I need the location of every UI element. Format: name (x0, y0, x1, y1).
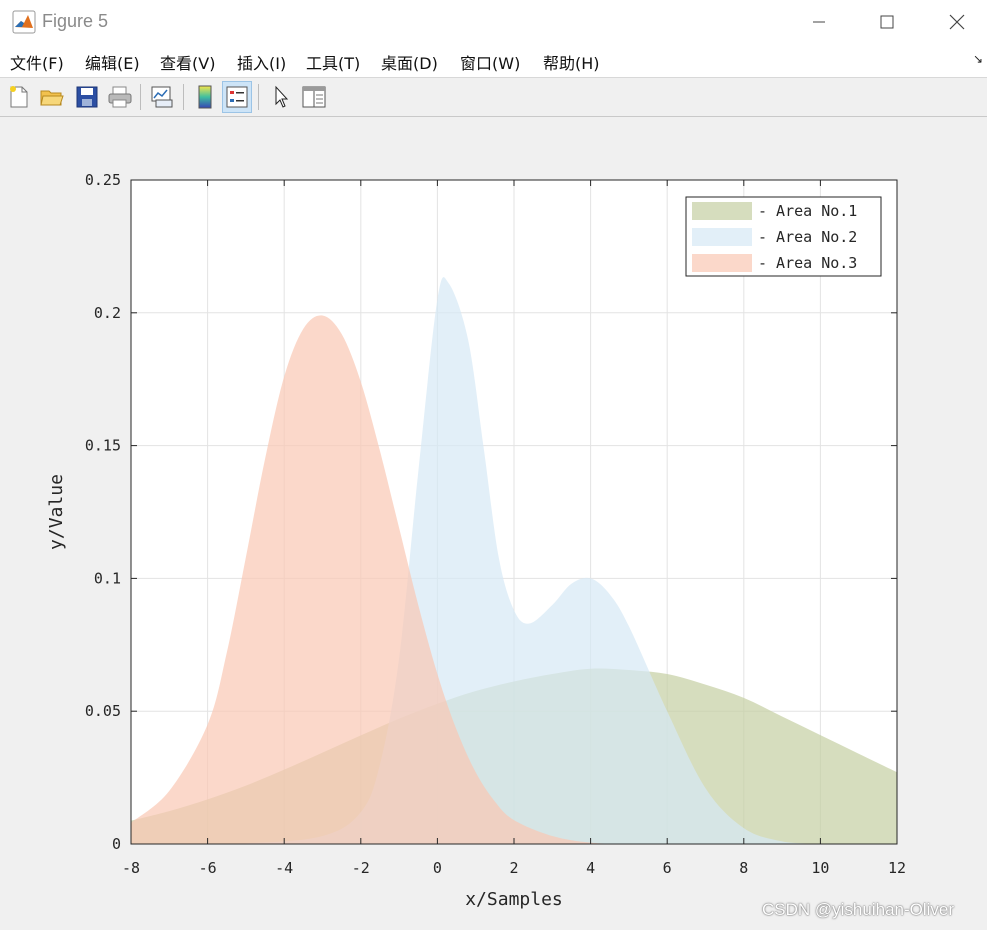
pointer-icon (275, 85, 289, 108)
minimize-button[interactable] (796, 0, 842, 44)
x-tick-label: -8 (122, 859, 140, 877)
property-editor-button[interactable] (299, 81, 329, 113)
x-tick-label: -6 (199, 859, 217, 877)
y-tick-label: 0.2 (94, 304, 121, 322)
maximize-icon (880, 15, 894, 29)
save-button[interactable] (72, 81, 102, 113)
x-tick-label: 12 (888, 859, 906, 877)
x-tick-label: 4 (586, 859, 595, 877)
toolbar-separator (140, 84, 141, 110)
close-icon (949, 14, 965, 30)
legend-swatch-3 (692, 254, 752, 272)
new-figure-icon (10, 86, 28, 108)
y-tick-label: 0.1 (94, 569, 121, 587)
link-plot-button[interactable] (147, 81, 177, 113)
legend-icon (226, 86, 248, 108)
legend[interactable]: - Area No.1 - Area No.2 - Area No.3 (685, 196, 882, 277)
x-axis-label: x/Samples (465, 889, 563, 910)
x-tick-label: -4 (275, 859, 293, 877)
y-tick-label: 0.15 (85, 437, 121, 455)
save-icon (76, 86, 98, 108)
close-button[interactable] (934, 0, 980, 44)
toolbar (0, 78, 987, 117)
toolbar-separator (258, 84, 259, 110)
menu-overflow-arrow-icon[interactable]: ↘ (973, 52, 983, 66)
x-tick-label: 10 (811, 859, 829, 877)
x-tick-label: 8 (739, 859, 748, 877)
legend-label-1: - Area No.1 (758, 202, 857, 220)
menu-edit[interactable]: 编辑(E) (85, 50, 140, 74)
menu-window[interactable]: 窗口(W) (460, 50, 520, 74)
y-tick-label: 0.05 (85, 702, 121, 720)
x-tick-label: -2 (352, 859, 370, 877)
watermark: CSDN @yishuihan-Oliver (762, 900, 955, 919)
legend-swatch-2 (692, 228, 752, 246)
maximize-button[interactable] (864, 0, 910, 44)
print-icon (108, 86, 132, 108)
y-tick-label: 0 (112, 835, 121, 853)
y-tick-label: 0.25 (85, 171, 121, 189)
open-file-icon (40, 90, 64, 106)
menu-tools[interactable]: 工具(T) (306, 50, 360, 74)
figure-canvas: -8 -6 -4 -2 0 2 4 6 8 10 12 0 0.05 0.1 0.15 0.2 0.25 x/Sa… (46, 171, 906, 910)
y-axis-label: y/Value (46, 474, 67, 550)
print-button[interactable] (105, 81, 135, 113)
colorbar-button[interactable] (190, 81, 220, 113)
legend-label-3: - Area No.3 (758, 254, 857, 272)
link-plot-icon (151, 86, 173, 108)
legend-label-2: - Area No.2 (758, 228, 857, 246)
menu-insert[interactable]: 插入(I) (237, 50, 286, 74)
menu-file[interactable]: 文件(F) (10, 50, 64, 74)
menu-help[interactable]: 帮助(H) (543, 50, 600, 74)
window-title: Figure 5 (42, 11, 109, 31)
legend-button[interactable] (222, 81, 252, 113)
minimize-icon (813, 21, 825, 23)
x-tick-label: 0 (433, 859, 442, 877)
new-figure-button[interactable] (4, 81, 34, 113)
menu-view[interactable]: 查看(V) (160, 50, 215, 74)
legend-swatch-1 (692, 202, 752, 220)
x-tick-label: 6 (663, 859, 672, 877)
colorbar-icon (198, 85, 212, 109)
matlab-logo-icon (12, 10, 36, 34)
pointer-button[interactable] (266, 81, 296, 113)
title-bar: Figure 5 (0, 0, 987, 44)
toolbar-separator (183, 84, 184, 110)
menu-bar: 文件(F) 编辑(E) 查看(V) 插入(I) 工具(T) 桌面(D) 窗口(W… (0, 44, 987, 78)
property-editor-icon (302, 86, 326, 108)
open-file-button[interactable] (37, 81, 67, 113)
menu-desktop[interactable]: 桌面(D) (381, 50, 438, 74)
x-tick-label: 2 (509, 859, 518, 877)
